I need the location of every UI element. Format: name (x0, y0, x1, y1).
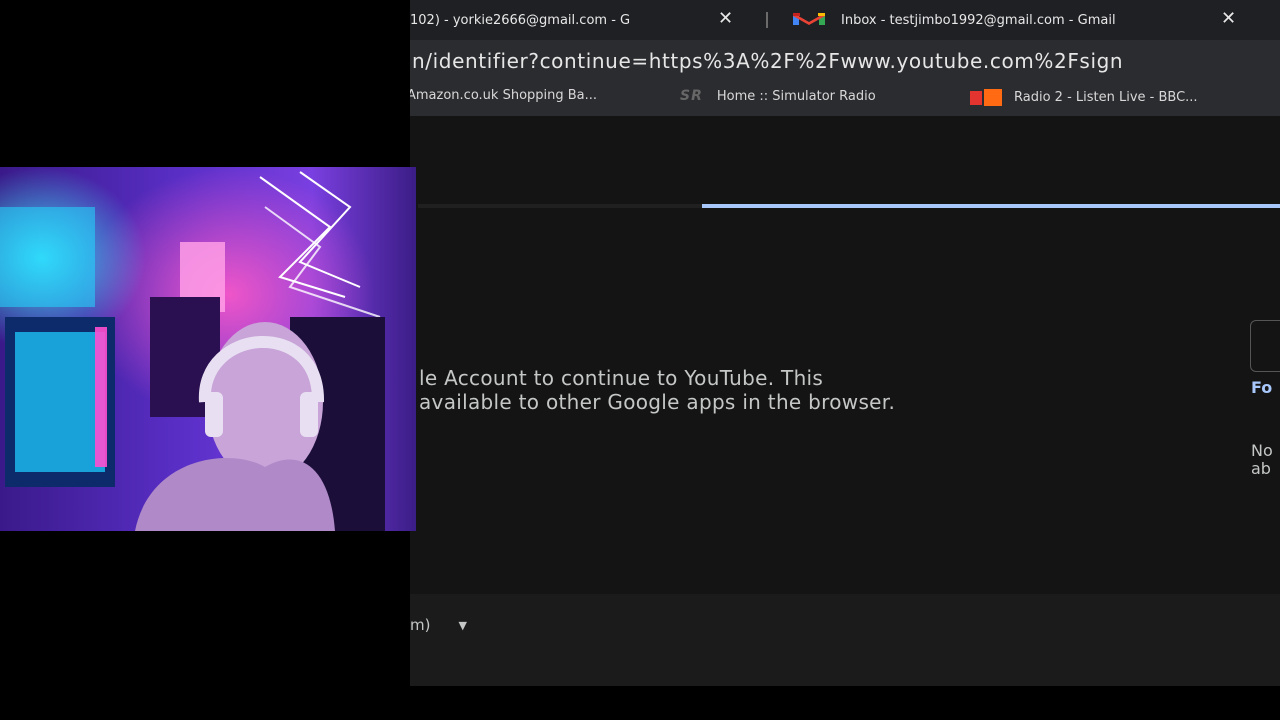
tab-youtube-signin[interactable]: 102) - yorkie2666@gmail.com - G ✕ (410, 0, 750, 40)
loading-progress-bar (702, 204, 1280, 208)
webcam-overlay (0, 167, 416, 531)
caret-down-icon: ▼ (458, 618, 467, 632)
note-line: No (1251, 441, 1273, 460)
signin-description-line: available to other Google apps in the br… (419, 390, 896, 414)
url-text[interactable]: n/identifier?continue=https%3A%2F%2Fwww.… (412, 49, 1123, 73)
close-icon[interactable]: ✕ (1221, 8, 1236, 29)
webcam-feed-image (0, 167, 416, 531)
language-value: m) (410, 616, 431, 634)
bookmark-label: Amazon.co.uk Shopping Ba... (410, 88, 598, 103)
bookmark-bbc-radio-2[interactable]: Radio 2 - Listen Live - BBC... (970, 88, 1198, 106)
bookmark-label: Home :: Simulator Radio (716, 88, 876, 104)
language-select[interactable]: m) ▼ (410, 616, 467, 634)
bbc-radio-icon (970, 88, 1004, 106)
bookmark-simulator-radio[interactable]: SR Home :: Simulator Radio (680, 88, 876, 104)
tab-separator (766, 12, 768, 28)
signin-description: le Account to continue to YouTube. This … (419, 366, 895, 414)
forgot-email-link[interactable]: Fo (1251, 378, 1272, 397)
guest-mode-note: No ab (1251, 442, 1273, 478)
bookmarks-bar: Amazon.co.uk Shopping Ba... SR Home :: S… (410, 82, 1280, 116)
gmail-icon (793, 13, 825, 25)
tab-gmail-inbox[interactable]: Inbox - testjimbo1992@gmail.com - Gmail … (790, 0, 1250, 40)
email-field[interactable] (1250, 320, 1280, 372)
browser-window: 102) - yorkie2666@gmail.com - G ✕ Inbox … (410, 0, 1280, 686)
address-bar[interactable]: n/identifier?continue=https%3A%2F%2Fwww.… (410, 40, 1280, 82)
signin-description-line: le Account to continue to YouTube. This (419, 366, 824, 390)
note-line: ab (1251, 459, 1271, 478)
tab-strip: 102) - yorkie2666@gmail.com - G ✕ Inbox … (410, 0, 1280, 40)
page-footer: m) ▼ (410, 594, 1280, 686)
tab-title: 102) - yorkie2666@gmail.com - G (410, 12, 631, 28)
google-signin-page: le Account to continue to YouTube. This … (410, 116, 1280, 686)
close-icon[interactable]: ✕ (718, 8, 733, 29)
simulator-radio-icon: SR (680, 88, 703, 104)
bookmark-amazon[interactable]: Amazon.co.uk Shopping Ba... (410, 88, 597, 103)
bookmark-label: Radio 2 - Listen Live - BBC... (1014, 89, 1198, 105)
tab-title: Inbox - testjimbo1992@gmail.com - Gmail (841, 12, 1116, 28)
